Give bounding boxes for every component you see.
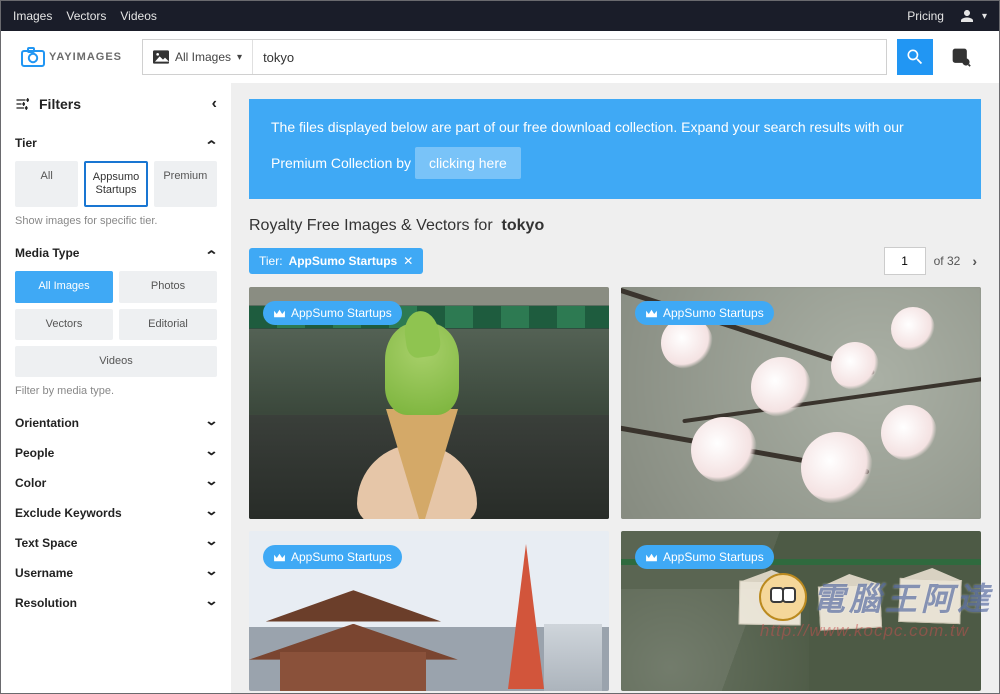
result-card[interactable]: AppSumo Startups <box>621 531 981 691</box>
filter-media-type: Media Type All Images Photos Vectors Edi… <box>15 245 217 397</box>
crown-icon <box>273 552 286 563</box>
pagination: of 32 › <box>884 247 981 275</box>
filter-tier: Tier All Appsumo Startups Premium Show i… <box>15 135 217 227</box>
camera-icon <box>21 46 45 68</box>
filter-media-toggle[interactable]: Media Type <box>15 245 217 261</box>
media-all-images[interactable]: All Images <box>15 271 113 302</box>
banner-text: The files displayed below are part of ou… <box>271 119 904 171</box>
sliders-icon <box>15 96 31 112</box>
filter-color[interactable]: Color <box>15 475 217 491</box>
chip-remove-icon[interactable]: ✕ <box>403 254 413 268</box>
filter-exclude-keywords[interactable]: Exclude Keywords <box>15 505 217 521</box>
visual-search-button[interactable] <box>943 39 979 75</box>
filter-orientation[interactable]: Orientation <box>15 415 217 431</box>
results-grid: AppSumo Startups AppSumo Startups <box>249 287 981 693</box>
user-menu[interactable]: ▾ <box>958 7 987 25</box>
results-title: Royalty Free Images & Vectors for tokyo <box>249 217 999 235</box>
crown-icon <box>645 552 658 563</box>
nav-pricing[interactable]: Pricing <box>907 9 944 23</box>
tier-badge: AppSumo Startups <box>635 301 774 325</box>
media-editorial[interactable]: Editorial <box>119 309 217 340</box>
banner-cta[interactable]: clicking here <box>415 147 521 179</box>
nav-images[interactable]: Images <box>13 9 52 23</box>
media-videos[interactable]: Videos <box>15 346 217 377</box>
tier-badge: AppSumo Startups <box>263 545 402 569</box>
media-photos[interactable]: Photos <box>119 271 217 302</box>
search-type-dropdown[interactable]: All Images ▾ <box>143 40 253 74</box>
media-vectors[interactable]: Vectors <box>15 309 113 340</box>
filters-sidebar: Filters ‹ Tier All Appsumo Startups Prem… <box>1 83 231 693</box>
search-type-label: All Images <box>175 50 231 64</box>
page-total: of 32 <box>934 254 961 268</box>
tier-appsumo[interactable]: Appsumo Startups <box>84 161 147 207</box>
results-content[interactable]: The files displayed below are part of ou… <box>231 83 999 693</box>
tier-premium[interactable]: Premium <box>154 161 217 207</box>
filters-header: Filters ‹ <box>15 95 217 113</box>
crown-icon <box>645 308 658 319</box>
results-controls: Tier:AppSumo Startups ✕ of 32 › <box>249 247 981 275</box>
search-icon <box>905 47 925 67</box>
user-icon <box>958 7 976 25</box>
chevron-down-icon: ▾ <box>982 11 987 22</box>
media-hint: Filter by media type. <box>15 385 217 397</box>
filter-username[interactable]: Username <box>15 565 217 581</box>
result-card[interactable]: AppSumo Startups <box>249 287 609 519</box>
filter-resolution[interactable]: Resolution <box>15 595 217 611</box>
premium-banner: The files displayed below are part of ou… <box>249 99 981 199</box>
tier-all[interactable]: All <box>15 161 78 207</box>
search-container: All Images ▾ <box>142 39 887 75</box>
active-filter-chip[interactable]: Tier:AppSumo Startups ✕ <box>249 248 423 274</box>
top-nav-links: Images Vectors Videos <box>13 9 157 23</box>
search-button[interactable] <box>897 39 933 75</box>
chevron-down-icon: ▾ <box>237 52 242 63</box>
filter-tier-toggle[interactable]: Tier <box>15 135 217 151</box>
filter-people[interactable]: People <box>15 445 217 461</box>
tier-badge: AppSumo Startups <box>635 545 774 569</box>
site-logo[interactable]: YAYIMAGES <box>21 46 122 68</box>
tier-badge: AppSumo Startups <box>263 301 402 325</box>
collapse-sidebar-button[interactable]: ‹ <box>212 95 217 113</box>
result-card[interactable]: AppSumo Startups <box>249 531 609 691</box>
image-icon <box>153 50 169 64</box>
logo-text: YAYIMAGES <box>49 51 122 63</box>
image-search-icon <box>951 47 971 67</box>
filter-text-space[interactable]: Text Space <box>15 535 217 551</box>
nav-videos[interactable]: Videos <box>120 9 156 23</box>
result-card[interactable]: AppSumo Startups <box>621 287 981 519</box>
page-input[interactable] <box>884 247 926 275</box>
search-bar-row: YAYIMAGES All Images ▾ <box>1 31 999 83</box>
filters-title: Filters <box>39 96 81 112</box>
nav-vectors[interactable]: Vectors <box>66 9 106 23</box>
page-next-button[interactable]: › <box>968 253 981 269</box>
crown-icon <box>273 308 286 319</box>
tier-hint: Show images for specific tier. <box>15 215 217 227</box>
top-navbar: Images Vectors Videos Pricing ▾ <box>1 1 999 31</box>
search-input[interactable] <box>253 40 886 74</box>
